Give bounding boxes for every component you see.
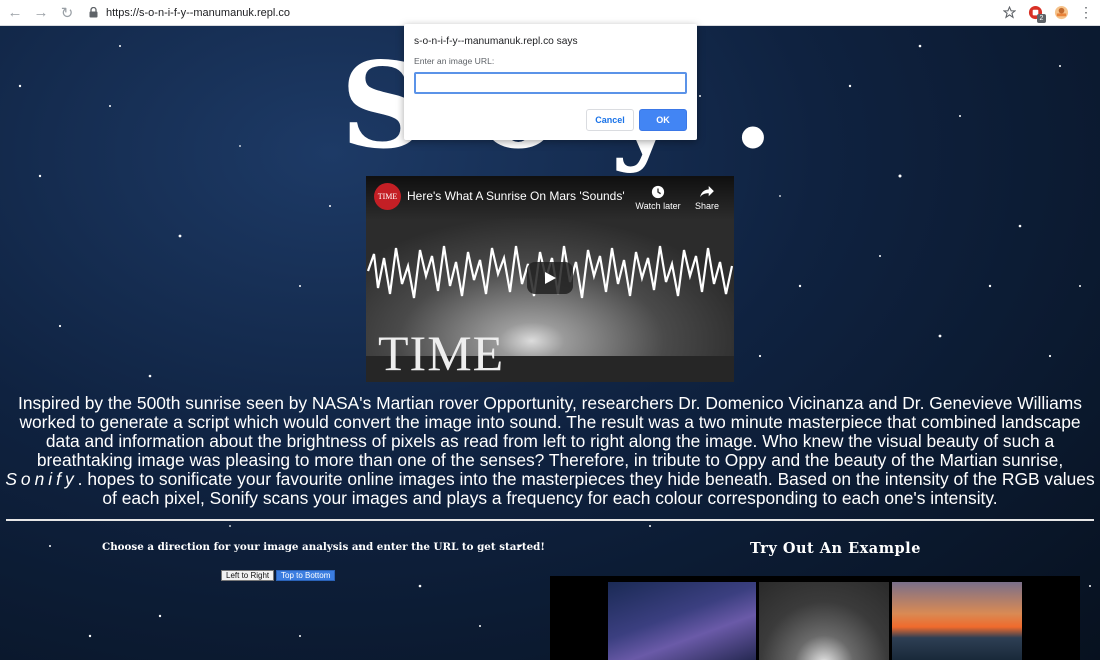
channel-logo[interactable]: TIME xyxy=(374,183,401,210)
browser-toolbar: ← → ↻ https://s-o-n-i-f-y--manumanuk.rep… xyxy=(0,0,1100,26)
ok-button[interactable]: OK xyxy=(639,109,687,131)
dialog-origin: s-o-n-i-f-y--manumanuk.repl.co says xyxy=(414,36,578,47)
intro-text-part2: . hopes to sonificate your favourite onl… xyxy=(77,469,1095,508)
share-label: Share xyxy=(694,201,720,211)
example-image-milky-way[interactable] xyxy=(608,582,756,660)
lock-icon[interactable] xyxy=(86,6,100,20)
watch-later-label: Watch later xyxy=(635,201,681,211)
share-icon xyxy=(679,183,734,201)
video-title[interactable]: Here's What A Sunrise On Mars 'Sounds' .… xyxy=(407,189,627,203)
profile-avatar-icon[interactable] xyxy=(1052,3,1070,21)
arrow-left-icon[interactable]: ← xyxy=(4,2,26,24)
reload-icon[interactable]: ↻ xyxy=(56,2,78,24)
clock-icon xyxy=(630,183,686,201)
section-divider xyxy=(6,519,1094,521)
brand-name: Sonify xyxy=(5,469,78,489)
image-url-input[interactable] xyxy=(414,72,687,94)
address-bar[interactable]: https://s-o-n-i-f-y--manumanuk.repl.co xyxy=(86,2,1026,24)
play-icon xyxy=(545,272,556,284)
embedded-video[interactable]: TIME Here's What A Sunrise On Mars 'Soun… xyxy=(366,176,734,382)
left-to-right-button[interactable]: Left to Right xyxy=(221,570,275,581)
example-heading: Try Out An Example xyxy=(750,540,921,557)
arrow-right-icon[interactable]: → xyxy=(30,2,52,24)
top-to-bottom-button[interactable]: Top to Bottom xyxy=(276,570,336,581)
watch-later-button[interactable]: Watch later xyxy=(630,183,686,211)
example-image-ocean-sunset[interactable] xyxy=(892,582,1022,660)
three-dots-icon[interactable]: ⋮ xyxy=(1078,3,1094,21)
extension-badge: 2 xyxy=(1037,14,1046,23)
url-text[interactable]: https://s-o-n-i-f-y--manumanuk.repl.co xyxy=(106,7,290,19)
star-icon[interactable] xyxy=(1000,3,1018,21)
intro-text-part1: Inspired by the 500th sunrise seen by NA… xyxy=(18,393,1082,470)
prompt-dialog: s-o-n-i-f-y--manumanuk.repl.co says Ente… xyxy=(404,24,697,140)
cancel-button[interactable]: Cancel xyxy=(586,109,634,131)
play-button[interactable] xyxy=(527,262,573,294)
instruction-text: Choose a direction for your image analys… xyxy=(102,541,545,553)
example-image-mars-sunrise[interactable] xyxy=(759,582,889,660)
extension-icon[interactable]: 2 xyxy=(1026,3,1046,23)
intro-paragraph: Inspired by the 500th sunrise seen by NA… xyxy=(4,394,1096,508)
video-overlay-logo: TIME xyxy=(378,325,505,381)
example-gallery xyxy=(550,576,1080,660)
share-button[interactable]: Share xyxy=(679,183,734,211)
dialog-message: Enter an image URL: xyxy=(414,56,495,66)
